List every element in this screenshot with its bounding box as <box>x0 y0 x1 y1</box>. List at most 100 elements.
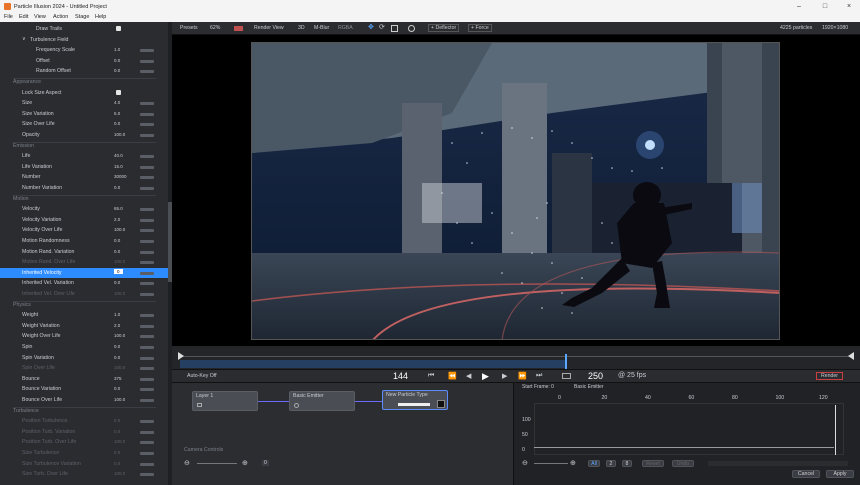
value-slider[interactable] <box>140 229 154 233</box>
property-row[interactable]: Life Variation 15.0 <box>0 162 168 173</box>
value-slider[interactable] <box>140 314 154 318</box>
curve-playhead[interactable] <box>835 405 836 455</box>
property-value[interactable]: 100.0 <box>114 333 125 338</box>
timeline-track[interactable] <box>172 346 860 369</box>
value-slider[interactable] <box>140 59 154 63</box>
particle-type-node[interactable]: New Particle Type <box>382 390 448 410</box>
property-value[interactable]: 100.0 <box>114 259 125 264</box>
next-frame-icon[interactable]: ▶ <box>502 372 507 380</box>
property-row[interactable]: Size Variation 5.0 <box>0 109 168 120</box>
property-row[interactable]: Motion Rand. Over Life 100.0 <box>0 257 168 268</box>
property-value[interactable]: 4.0 <box>114 100 120 105</box>
render-preview[interactable] <box>251 42 780 340</box>
property-row[interactable]: Opacity 100.0 <box>0 130 168 141</box>
step-back-icon[interactable]: ⏪ <box>448 372 457 380</box>
property-value[interactable]: 100.0 <box>114 132 125 137</box>
value-slider[interactable] <box>140 462 154 466</box>
property-row[interactable]: Lock Size Aspect <box>0 88 168 99</box>
add-deflector-button[interactable]: + Deflector <box>428 24 460 32</box>
property-row[interactable]: Spin Over Life 100.0 <box>0 363 168 374</box>
curve-line[interactable] <box>534 447 834 448</box>
property-value[interactable]: 5.0 <box>114 111 120 116</box>
property-value[interactable]: 65.0 <box>114 206 123 211</box>
section-header[interactable]: Turbulence <box>13 408 39 414</box>
maximize-button[interactable]: □ <box>818 2 832 12</box>
value-slider[interactable] <box>140 261 154 265</box>
property-row[interactable]: Bounce Over Life 100.0 <box>0 395 168 406</box>
property-value[interactable]: 0.0 <box>114 185 120 190</box>
section-header[interactable]: Emission <box>13 143 34 149</box>
color-swatch-icon[interactable] <box>234 26 243 31</box>
prev-frame-icon[interactable]: ◀ <box>466 372 471 380</box>
section-header[interactable]: Motion <box>13 196 29 202</box>
property-value[interactable]: 100.0 <box>114 439 125 444</box>
property-row[interactable]: Motion Rand. Variation 0.0 <box>0 247 168 258</box>
menu-edit[interactable]: Edit <box>19 14 28 20</box>
property-row[interactable]: Offset 0.0 <box>0 56 168 67</box>
property-value[interactable]: 30000 <box>114 174 127 179</box>
value-slider[interactable] <box>140 250 154 254</box>
value-slider[interactable] <box>140 293 154 296</box>
value-slider[interactable] <box>140 282 154 286</box>
render-view-button[interactable]: Render View <box>254 25 284 31</box>
property-value[interactable]: 1.0 <box>114 312 120 317</box>
property-row[interactable]: Size Turbulence 0.0 <box>0 448 168 459</box>
property-row[interactable]: Number Variation 0.0 <box>0 183 168 194</box>
property-value[interactable]: 0.0 <box>114 418 120 423</box>
rgba-button[interactable]: RGBA <box>338 25 353 31</box>
property-row[interactable]: Position Turb. Over Life 100.0 <box>0 437 168 448</box>
property-row[interactable]: Number 30000 <box>0 172 168 183</box>
last-frame-icon[interactable]: ⏭ <box>536 372 542 380</box>
render-button[interactable]: Render <box>816 372 844 380</box>
undo-button[interactable]: Undo <box>672 460 694 467</box>
value-slider[interactable] <box>140 335 154 339</box>
property-row[interactable]: Velocity Over Life 100.0 <box>0 225 168 236</box>
3d-button[interactable]: 3D <box>298 25 305 31</box>
move-icon[interactable]: ✥ <box>368 23 374 31</box>
menu-action[interactable]: Action <box>53 14 68 20</box>
value-slider[interactable] <box>140 388 154 392</box>
value-slider[interactable] <box>140 134 154 137</box>
property-row[interactable]: Weight Variation 2.0 <box>0 321 168 332</box>
property-row[interactable]: Draw Trails <box>0 24 168 35</box>
end-frame[interactable]: 250 <box>588 371 603 381</box>
value-slider[interactable] <box>140 112 154 116</box>
property-value[interactable]: 0.0 <box>114 461 120 466</box>
timeline-ruler[interactable] <box>172 346 860 369</box>
property-row[interactable]: Position Turb. Variation 0.0 <box>0 427 168 438</box>
checkbox[interactable] <box>116 26 121 31</box>
zoom-level[interactable]: 62% <box>210 25 220 31</box>
rotate-icon[interactable]: ⟳ <box>379 23 385 31</box>
property-value[interactable]: 0 <box>114 269 123 275</box>
menu-view[interactable]: View <box>34 14 46 20</box>
value-slider[interactable] <box>140 420 154 424</box>
property-value[interactable]: 0.0 <box>114 249 120 254</box>
cancel-button[interactable]: Cancel <box>792 470 820 478</box>
property-value[interactable]: 100.0 <box>114 365 125 370</box>
reset-button[interactable]: Reset <box>642 460 664 467</box>
property-row[interactable]: Random Offset 0.0 <box>0 66 168 77</box>
autokey-toggle[interactable]: Auto-Key Off <box>187 373 217 379</box>
property-row[interactable]: Bounce 375 <box>0 374 168 385</box>
checkbox[interactable] <box>116 89 121 95</box>
value-slider[interactable] <box>140 367 154 371</box>
property-value[interactable]: 0.0 <box>114 450 120 455</box>
graph-scrollbar[interactable] <box>708 461 848 466</box>
property-value[interactable]: 0.0 <box>114 280 120 285</box>
value-slider[interactable] <box>140 165 154 169</box>
property-value[interactable]: 1.0 <box>114 47 120 52</box>
value-slider[interactable] <box>140 377 154 381</box>
value-slider[interactable] <box>140 430 154 434</box>
graph-zoom-in-icon[interactable]: ⊕ <box>570 459 576 467</box>
property-row[interactable]: Weight Over Life 100.0 <box>0 331 168 342</box>
property-row[interactable]: Frequency Scale 1.0 <box>0 45 168 56</box>
view-all-button[interactable]: All <box>588 460 600 467</box>
value-slider[interactable] <box>140 102 154 106</box>
menu-file[interactable]: File <box>4 14 13 20</box>
property-row[interactable]: Size 4.0 <box>0 98 168 109</box>
property-value[interactable]: 100.0 <box>114 397 125 402</box>
menu-help[interactable]: Help <box>95 14 106 20</box>
property-row[interactable]: Velocity Variation 2.0 <box>0 215 168 226</box>
zoom-slider[interactable] <box>197 463 237 464</box>
value-slider[interactable] <box>140 187 154 190</box>
